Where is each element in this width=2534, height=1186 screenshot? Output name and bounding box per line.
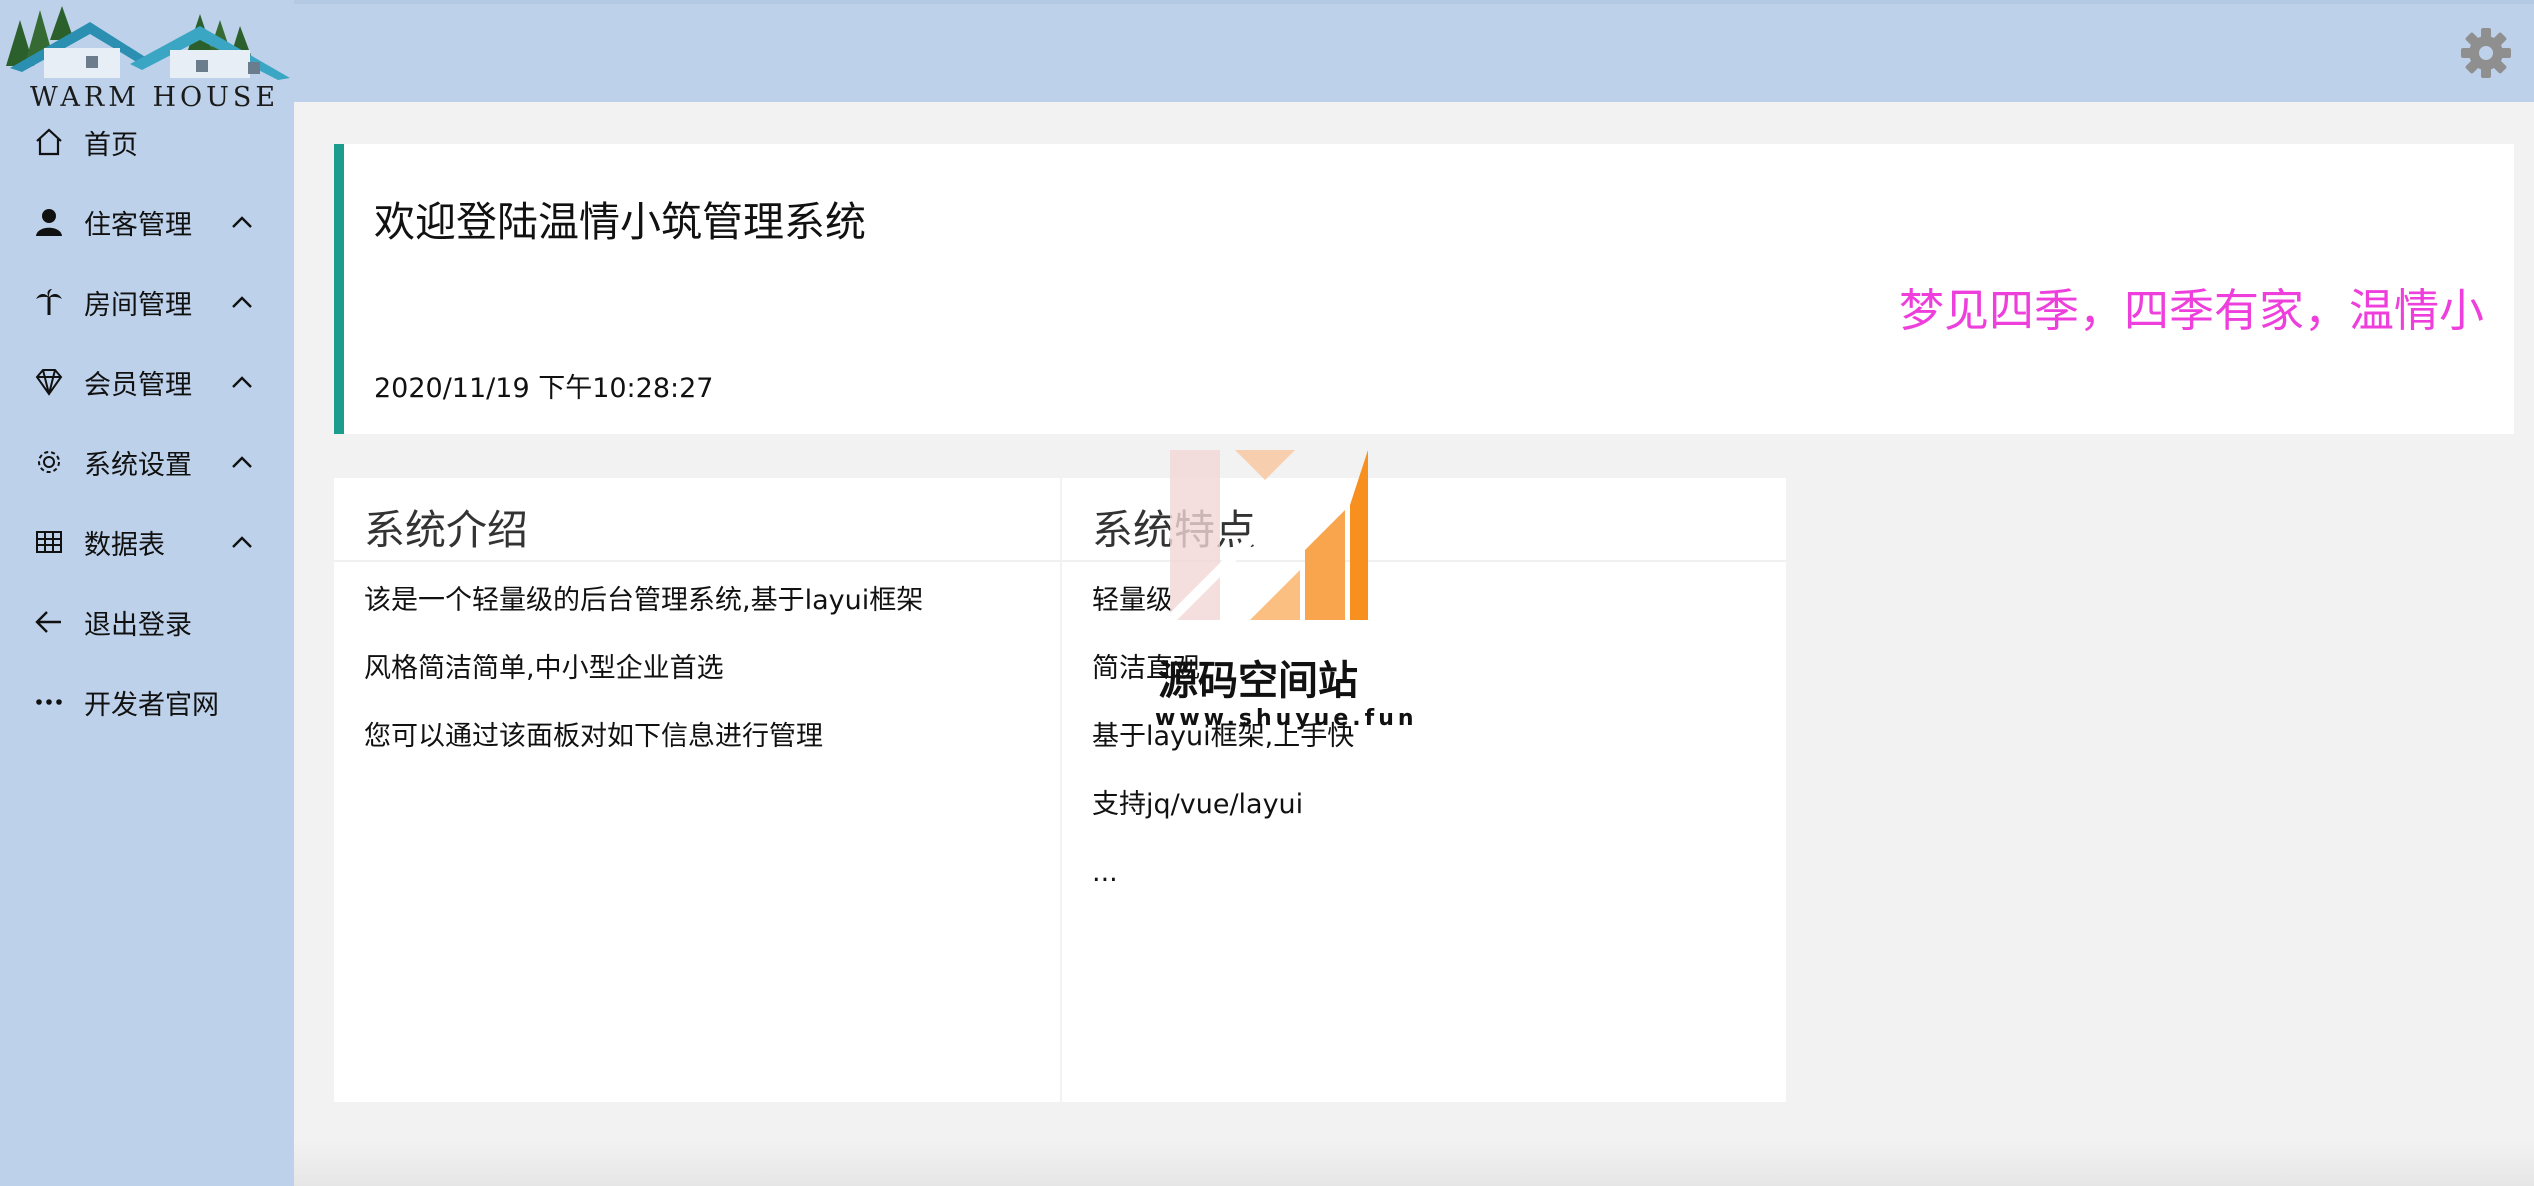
chevron-up-icon[interactable]: [230, 530, 254, 554]
panel-line: ...: [1092, 857, 1118, 888]
sidebar-item-label: 会员管理: [84, 369, 192, 401]
home-icon: [34, 127, 64, 157]
panel-title: 系统介绍: [364, 506, 528, 554]
sidebar-item-datatable[interactable]: 数据表: [0, 512, 294, 572]
panel-line: 该是一个轻量级的后台管理系统,基于layui框架: [364, 585, 924, 616]
watermark-title: 源码空间站: [1158, 658, 1358, 704]
sidebar-item-label: 首页: [84, 129, 138, 161]
sidebar-item-guests[interactable]: 住客管理: [0, 192, 294, 252]
sidebar-item-members[interactable]: 会员管理: [0, 352, 294, 412]
sidebar-item-label: 开发者官网: [84, 689, 219, 721]
sidebar-item-logout[interactable]: 退出登录: [0, 592, 294, 652]
sidebar: WARM HOUSE 首页 住客管理 房间管理 会员管理 系统设置 数据表 退出…: [0, 0, 294, 1186]
top-header: [294, 0, 2534, 102]
gear-icon[interactable]: [2460, 27, 2512, 79]
back-arrow-icon: [34, 607, 64, 637]
chevron-up-icon[interactable]: [230, 450, 254, 474]
panel-line: 风格简洁简单,中小型企业首选: [364, 653, 724, 684]
intro-panel: 系统介绍 该是一个轻量级的后台管理系统,基于layui框架 风格简洁简单,中小型…: [334, 478, 1060, 1102]
welcome-title: 欢迎登陆温情小筑管理系统: [374, 198, 866, 246]
chevron-up-icon[interactable]: [230, 210, 254, 234]
gear-icon: [34, 447, 64, 477]
page-bottom: [294, 1140, 2534, 1186]
watermark-url: www.shuyue.fun: [1155, 706, 1418, 731]
sidebar-item-home[interactable]: 首页: [0, 112, 294, 172]
sidebar-item-label: 数据表: [84, 529, 165, 561]
chevron-up-icon[interactable]: [230, 290, 254, 314]
sidebar-item-label: 退出登录: [84, 609, 192, 641]
logo-text: WARM HOUSE: [30, 82, 280, 113]
sidebar-item-developer-site[interactable]: 开发者官网: [0, 672, 294, 732]
sidebar-item-label: 住客管理: [84, 209, 192, 241]
more-dots-icon: [34, 687, 64, 717]
panel-line: 您可以通过该面板对如下信息进行管理: [364, 721, 823, 752]
user-icon: [34, 207, 64, 237]
sidebar-item-label: 房间管理: [84, 289, 192, 321]
current-datetime: 2020/11/19 下午10:28:27: [374, 373, 714, 404]
sidebar-item-rooms[interactable]: 房间管理: [0, 272, 294, 332]
panel-line: 支持jq/vue/layui: [1092, 789, 1304, 820]
welcome-card: 欢迎登陆温情小筑管理系统 梦见四季，四季有家，温情小 2020/11/19 下午…: [334, 144, 2514, 434]
chevron-up-icon[interactable]: [230, 370, 254, 394]
diamond-icon: [34, 367, 64, 397]
logo[interactable]: WARM HOUSE: [0, 0, 294, 113]
palm-tree-icon: [34, 287, 64, 317]
panel-body: 该是一个轻量级的后台管理系统,基于layui框架 风格简洁简单,中小型企业首选 …: [364, 584, 923, 788]
sidebar-item-settings[interactable]: 系统设置: [0, 432, 294, 492]
sidebar-item-label: 系统设置: [84, 449, 192, 481]
table-icon: [34, 527, 64, 557]
panel-header: 系统介绍: [334, 478, 1060, 562]
welcome-marquee: 梦见四季，四季有家，温情小: [1898, 284, 2484, 337]
